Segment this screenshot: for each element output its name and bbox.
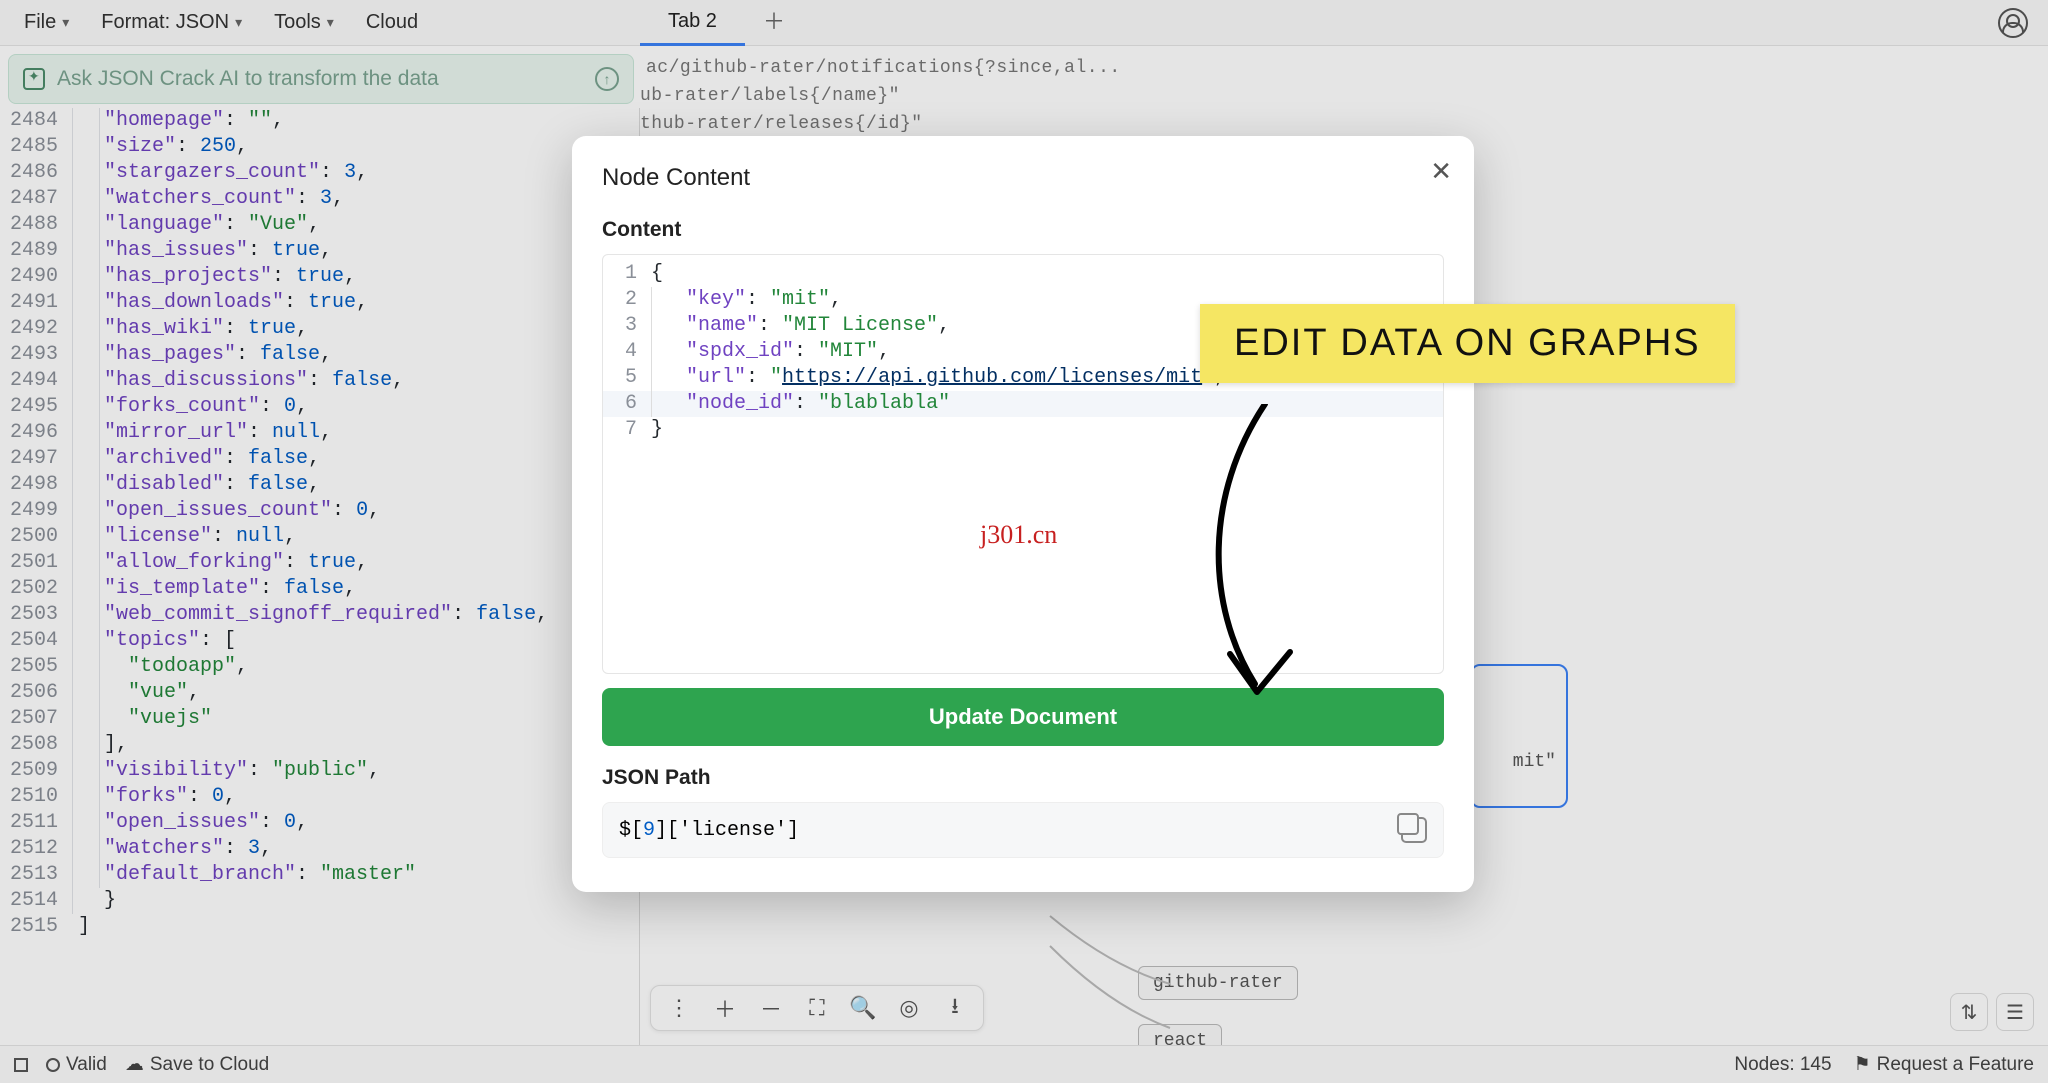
tree-view-icon[interactable]: ⇅ — [1950, 993, 1988, 1031]
editor-line[interactable]: 2512"watchers": 3, — [0, 836, 639, 862]
editor-line[interactable]: 2513"default_branch": "master" — [0, 862, 639, 888]
zoom-out-icon[interactable]: － — [749, 988, 793, 1028]
editor-line[interactable]: 2504"topics": [ — [0, 628, 639, 654]
chevron-down-icon: ▾ — [235, 14, 242, 31]
modal-editor-line[interactable]: 7} — [603, 417, 1443, 443]
editor-line[interactable]: 2510"forks": 0, — [0, 784, 639, 810]
canvas-right-tools: ⇅ ☰ — [1950, 993, 2034, 1031]
ai-prompt-bar[interactable]: Ask JSON Crack AI to transform the data … — [8, 54, 634, 104]
status-bar: Valid ☁Save to Cloud Nodes: 145 ⚑Request… — [0, 1045, 2048, 1083]
editor-line[interactable]: 2488"language": "Vue", — [0, 212, 639, 238]
editor-line[interactable]: 2498"disabled": false, — [0, 472, 639, 498]
chevron-down-icon: ▾ — [327, 14, 334, 31]
editor-line[interactable]: 2503"web_commit_signoff_required": false… — [0, 602, 639, 628]
search-icon[interactable]: 🔍 — [841, 988, 885, 1028]
json-path-value: $[9]['license'] — [619, 819, 799, 842]
fit-screen-icon[interactable]: ⛶ — [795, 988, 839, 1028]
update-document-button[interactable]: Update Document — [602, 688, 1444, 746]
canvas-text: ac/github-rater/notifications{?since,al.… — [646, 58, 1121, 78]
menubar: File▾ Format: JSON▾ Tools▾ Cloud — [0, 0, 2048, 46]
cloud-icon: ☁ — [125, 1053, 144, 1076]
more-icon[interactable]: ⋮ — [657, 988, 701, 1028]
json-path-heading: JSON Path — [602, 766, 1444, 790]
focus-icon[interactable]: ◎ — [887, 988, 931, 1028]
editor-line[interactable]: 2502"is_template": false, — [0, 576, 639, 602]
editor-line[interactable]: 2508], — [0, 732, 639, 758]
flag-icon: ⚑ — [1854, 1053, 1871, 1076]
valid-status: Valid — [46, 1054, 107, 1076]
editor-line[interactable]: 2505 "todoapp", — [0, 654, 639, 680]
editor-line[interactable]: 2515] — [0, 914, 639, 940]
chevron-down-icon: ▾ — [62, 14, 69, 31]
editor-line[interactable]: 2491"has_downloads": true, — [0, 290, 639, 316]
terminal-icon[interactable] — [14, 1058, 28, 1072]
save-cloud-button[interactable]: ☁Save to Cloud — [125, 1053, 269, 1076]
editor-line[interactable]: 2494"has_discussions": false, — [0, 368, 639, 394]
new-tab-button[interactable]: ＋ — [749, 0, 799, 46]
editor-line[interactable]: 2514} — [0, 888, 639, 914]
editor-line[interactable]: 2507 "vuejs" — [0, 706, 639, 732]
tab-active[interactable]: Tab 2 — [640, 0, 745, 46]
editor-line[interactable]: 2509"visibility": "public", — [0, 758, 639, 784]
editor-line[interactable]: 2500"license": null, — [0, 524, 639, 550]
request-feature-button[interactable]: ⚑Request a Feature — [1854, 1053, 2034, 1076]
nodes-count: Nodes: 145 — [1734, 1054, 1831, 1076]
copy-icon[interactable] — [1401, 817, 1427, 843]
annotation-arrow-icon — [1195, 404, 1305, 704]
account-avatar-icon[interactable] — [1998, 8, 2028, 38]
modal-editor-line[interactable]: 6 "node_id": "blablabla" — [603, 391, 1443, 417]
json-editor[interactable]: 2484"homepage": "",2485"size": 250,2486"… — [0, 108, 640, 1045]
editor-line[interactable]: 2493"has_pages": false, — [0, 342, 639, 368]
menu-tools[interactable]: Tools▾ — [260, 5, 348, 40]
editor-line[interactable]: 2487"watchers_count": 3, — [0, 186, 639, 212]
list-view-icon[interactable]: ☰ — [1996, 993, 2034, 1031]
editor-line[interactable]: 2501"allow_forking": true, — [0, 550, 639, 576]
modal-title: Node Content — [602, 164, 1444, 192]
check-icon — [46, 1058, 60, 1072]
menu-file[interactable]: File▾ — [10, 5, 83, 40]
modal-editor-line[interactable]: 1{ — [603, 261, 1443, 287]
graph-node[interactable]: mit" — [1470, 664, 1568, 808]
editor-line[interactable]: 2492"has_wiki": true, — [0, 316, 639, 342]
editor-line[interactable]: 2497"archived": false, — [0, 446, 639, 472]
editor-line[interactable]: 2496"mirror_url": null, — [0, 420, 639, 446]
editor-line[interactable]: 2495"forks_count": 0, — [0, 394, 639, 420]
content-heading: Content — [602, 218, 1444, 242]
tab-strip: Tab 2 ＋ — [640, 0, 799, 46]
editor-line[interactable]: 2484"homepage": "", — [0, 108, 639, 134]
editor-line[interactable]: 2506 "vue", — [0, 680, 639, 706]
editor-line[interactable]: 2499"open_issues_count": 0, — [0, 498, 639, 524]
editor-line[interactable]: 2485"size": 250, — [0, 134, 639, 160]
menu-cloud[interactable]: Cloud — [352, 5, 432, 40]
canvas-text: thub-rater/releases{/id}" — [640, 114, 923, 134]
close-icon[interactable]: ✕ — [1430, 158, 1452, 184]
editor-line[interactable]: 2511"open_issues": 0, — [0, 810, 639, 836]
node-content-modal: ✕ Node Content Content 1{2 "key": "mit",… — [572, 136, 1474, 892]
watermark-text: j301.cn — [980, 520, 1057, 550]
sparkle-icon — [23, 68, 45, 90]
ai-placeholder: Ask JSON Crack AI to transform the data — [57, 67, 583, 91]
annotation-sticker: Edit data on graphs — [1200, 304, 1735, 383]
download-icon[interactable]: ⭳ — [933, 988, 977, 1028]
menu-format[interactable]: Format: JSON▾ — [87, 5, 256, 40]
zoom-in-icon[interactable]: ＋ — [703, 988, 747, 1028]
editor-line[interactable]: 2490"has_projects": true, — [0, 264, 639, 290]
canvas-toolbar: ⋮ ＋ － ⛶ 🔍 ◎ ⭳ — [650, 985, 984, 1031]
editor-line[interactable]: 2489"has_issues": true, — [0, 238, 639, 264]
canvas-text: ub-rater/labels{/name}" — [640, 86, 900, 106]
json-path-box: $[9]['license'] — [602, 802, 1444, 858]
submit-arrow-icon[interactable]: ↑ — [595, 67, 619, 91]
editor-line[interactable]: 2486"stargazers_count": 3, — [0, 160, 639, 186]
